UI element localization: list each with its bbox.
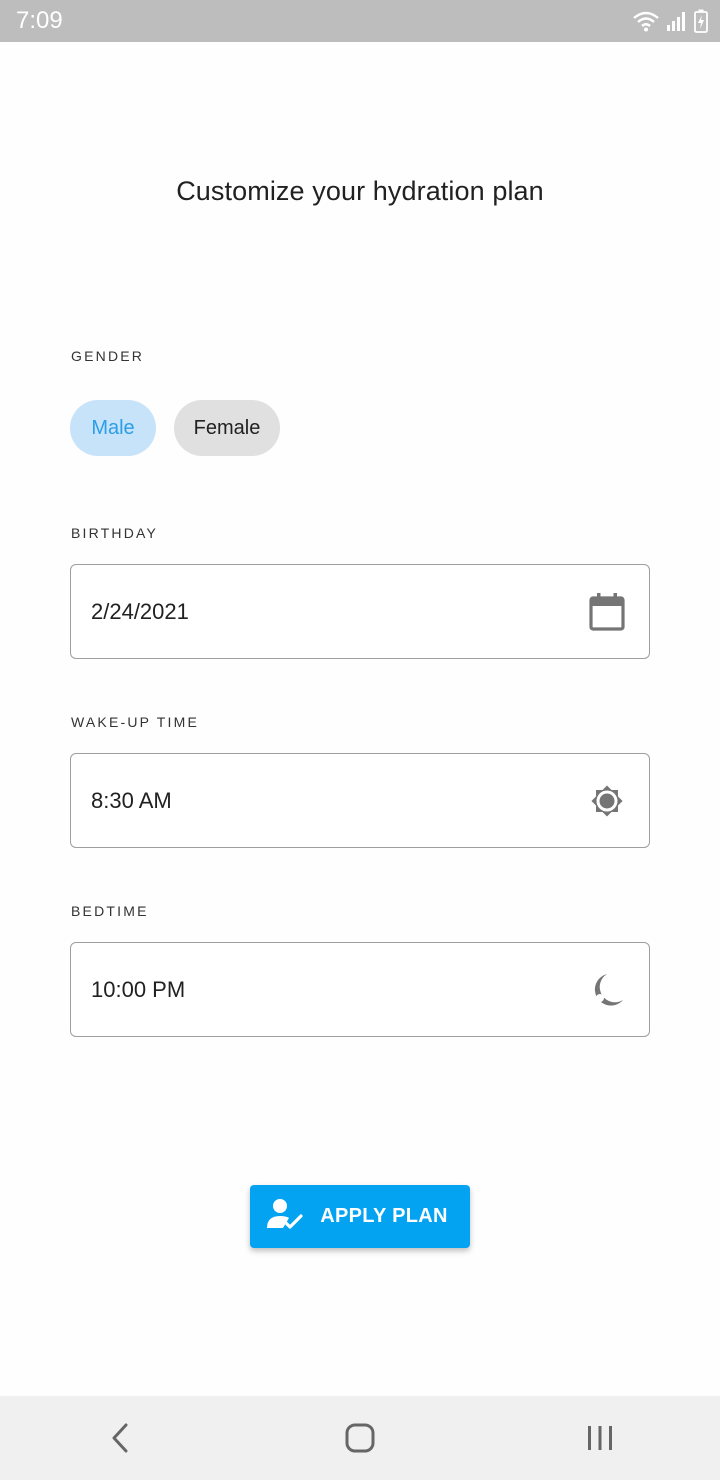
wake-up-label: WAKE-UP TIME [71, 714, 200, 730]
status-bar: 7:09 [0, 0, 720, 42]
home-icon[interactable] [320, 1408, 400, 1468]
wake-up-field[interactable]: 8:30 AM [70, 753, 650, 848]
bedtime-field[interactable]: 10:00 PM [70, 942, 650, 1037]
wake-up-value: 8:30 AM [91, 787, 172, 813]
battery-charging-icon [694, 9, 708, 33]
birthday-field[interactable]: 2/24/2021 [70, 564, 650, 659]
user-check-icon [266, 1198, 304, 1235]
calendar-icon[interactable] [587, 592, 627, 632]
signal-icon [667, 12, 685, 31]
page-title: Customize your hydration plan [176, 176, 544, 206]
gender-chip-female[interactable]: Female [174, 400, 280, 456]
sun-icon[interactable] [587, 781, 627, 821]
apply-plan-button[interactable]: APPLY PLAN [250, 1185, 470, 1248]
gender-chip-male[interactable]: Male [70, 400, 156, 456]
wifi-icon [633, 11, 659, 32]
back-icon[interactable] [80, 1408, 160, 1468]
recents-icon[interactable] [560, 1408, 640, 1468]
birthday-value: 2/24/2021 [91, 598, 189, 624]
gender-label: GENDER [71, 348, 145, 364]
status-time: 7:09 [16, 7, 63, 34]
apply-plan-label: APPLY PLAN [320, 1205, 448, 1227]
system-nav-bar [0, 1396, 720, 1480]
bedtime-label: BEDTIME [71, 903, 149, 919]
moon-icon[interactable] [587, 970, 627, 1010]
birthday-label: BIRTHDAY [71, 525, 159, 541]
status-icons [632, 9, 708, 33]
bedtime-value: 10:00 PM [91, 976, 186, 1002]
gender-chip-group: Male Female [70, 400, 280, 456]
